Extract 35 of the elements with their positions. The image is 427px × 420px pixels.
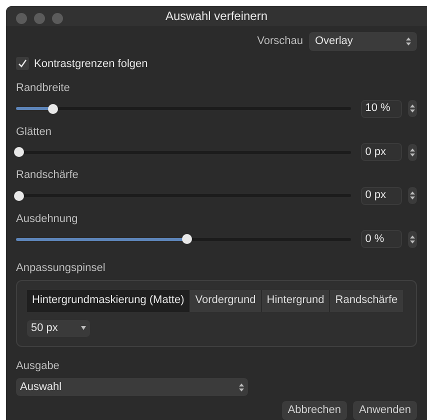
slider-label: Randbreite (16, 81, 71, 96)
value-field[interactable]: 0 % (361, 230, 402, 248)
stepper-icon[interactable] (408, 230, 417, 248)
slider[interactable] (16, 234, 352, 244)
output-label: Ausgabe (16, 358, 60, 374)
section-label: Anpassungspinsel (16, 261, 106, 276)
value-field[interactable]: 0 px (361, 186, 402, 204)
caret-icon (81, 326, 86, 330)
slider-label: Glätten (16, 124, 52, 140)
dialog-button[interactable]: Anwenden (353, 401, 417, 420)
stepper-icon[interactable] (408, 187, 417, 204)
slider[interactable] (16, 104, 352, 114)
stepper-icon[interactable] (408, 144, 417, 160)
checkbox[interactable] (16, 57, 29, 70)
slider-thumb[interactable] (14, 147, 24, 157)
slider-thumb[interactable] (48, 104, 58, 114)
slider[interactable] (16, 147, 352, 157)
slider-thumb[interactable] (182, 234, 192, 244)
preview-dropdown[interactable]: Overlay (309, 32, 417, 50)
slider-thumb[interactable] (14, 190, 24, 200)
preview-label: Vorschau (257, 34, 303, 49)
dialog-button[interactable]: Abbrechen (282, 401, 347, 420)
output-dropdown[interactable]: Auswahl (16, 378, 248, 396)
size-dropdown[interactable]: 50 px (27, 320, 90, 336)
slider-label: Ausdehnung (16, 212, 79, 226)
stepper-icon (406, 36, 411, 46)
checkbox-label: Kontrastgrenzen folgen (34, 56, 148, 72)
stepper-icon (239, 382, 244, 392)
window-title: Auswahl verfeinern (165, 8, 268, 25)
stepper-icon[interactable] (408, 100, 417, 117)
slider-label: Randschärfe (16, 168, 80, 183)
slider[interactable] (16, 190, 352, 200)
value-field[interactable]: 0 px (361, 143, 402, 161)
tab[interactable]: Hintergrundmaskierung (Matte) (27, 290, 190, 312)
value-field[interactable]: 10 % (361, 100, 402, 118)
